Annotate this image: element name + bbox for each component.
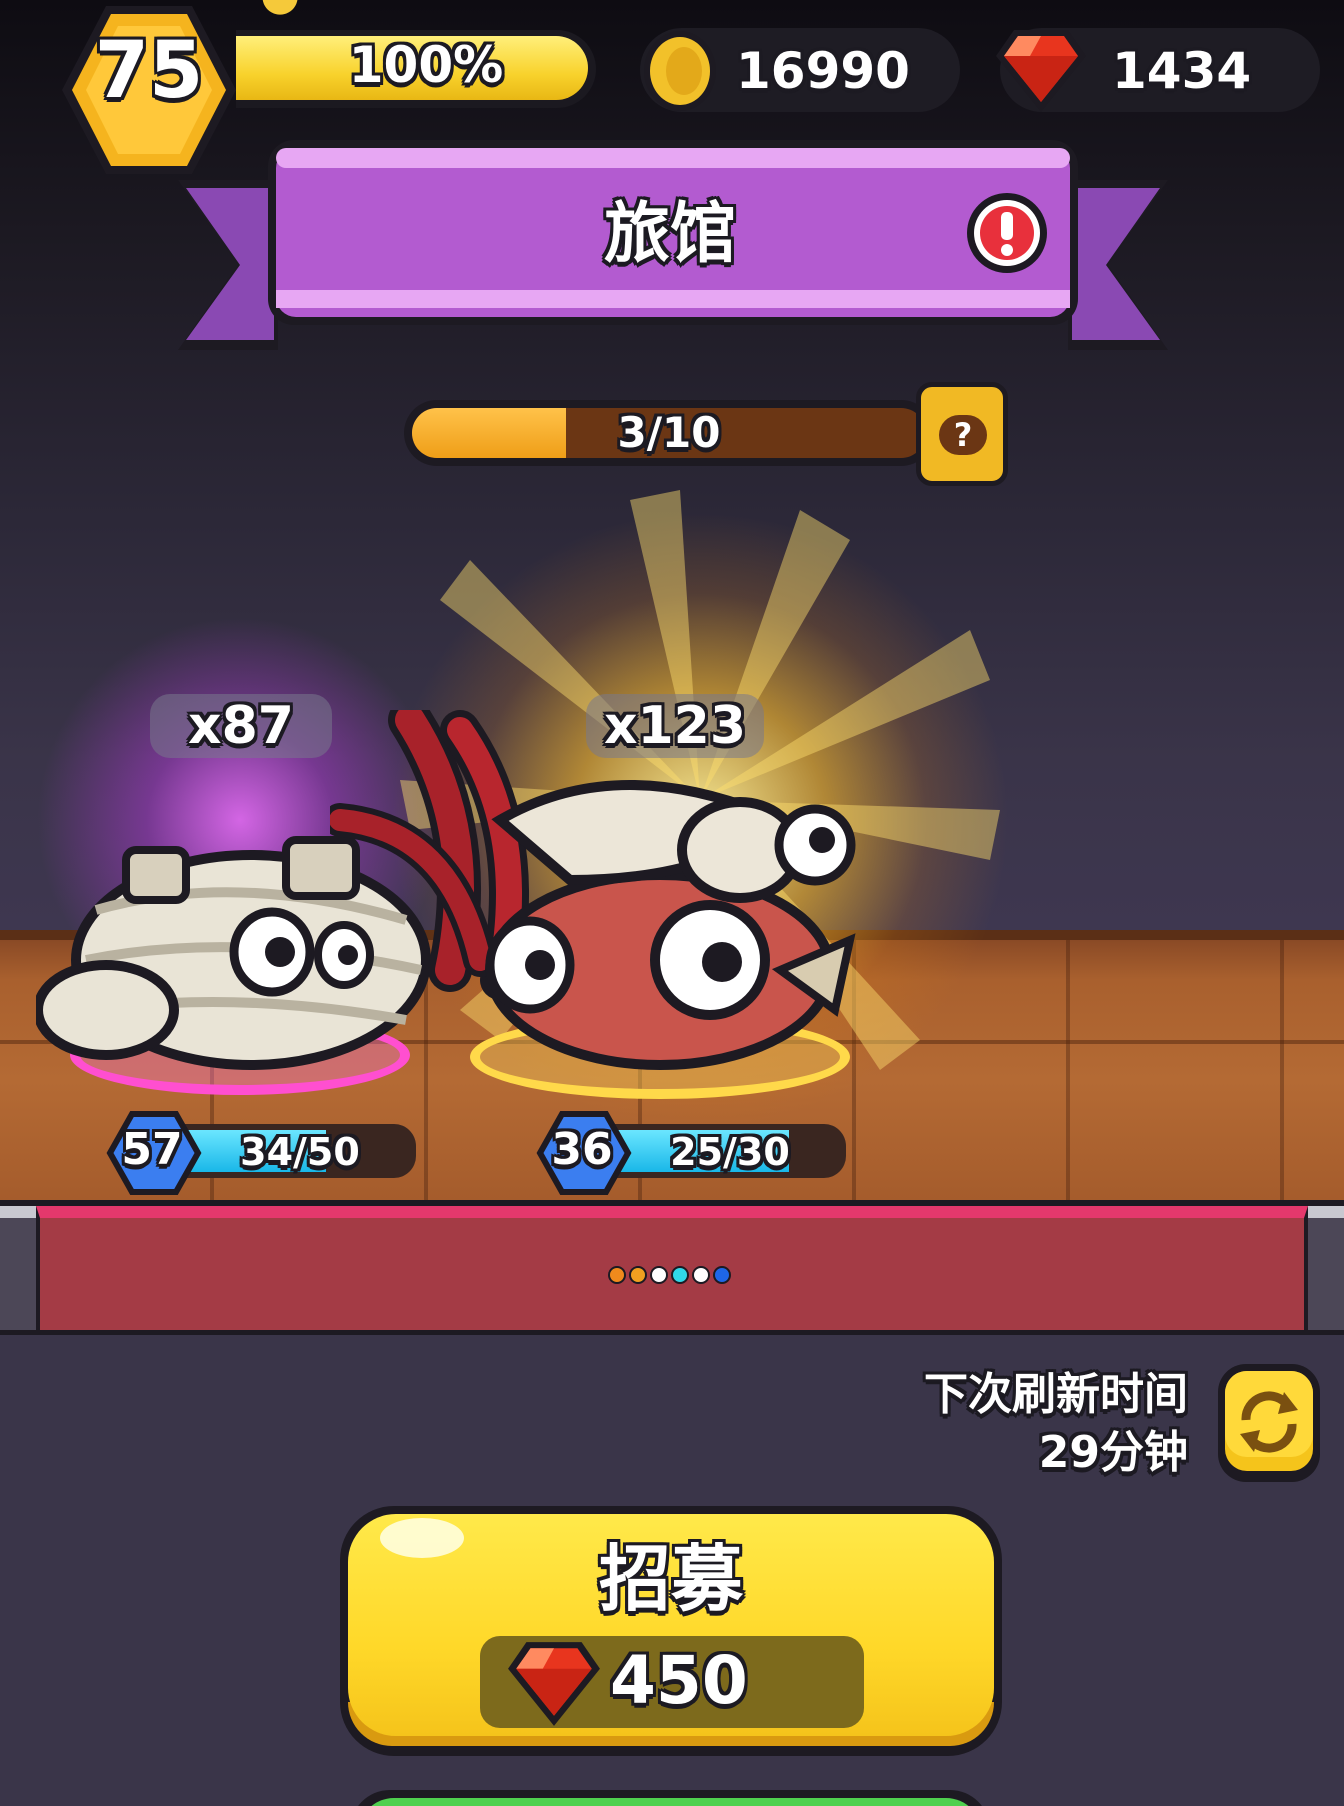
refresh-label: 下次刷新时间: [924, 1369, 1188, 1420]
partial-top-text: ●: [260, 0, 300, 20]
player-level: 75: [94, 26, 204, 116]
alert-icon[interactable]: [964, 190, 1050, 276]
page-dot[interactable]: [629, 1266, 647, 1284]
strip-right-cap: [1308, 1206, 1344, 1330]
refresh-info: 下次刷新时间 29分钟: [820, 1366, 1188, 1482]
secondary-button[interactable]: [350, 1790, 990, 1806]
gem-amount: 1434: [1112, 42, 1252, 100]
crab-stats: 36 25/30: [536, 1111, 846, 1195]
progress-label: 3/10: [617, 408, 721, 457]
creature-level: 36: [551, 1124, 613, 1175]
creature-hp: 25/30: [670, 1130, 790, 1174]
page-dot[interactable]: [671, 1266, 689, 1284]
refresh-time: 29分钟: [1038, 1427, 1188, 1478]
gem-icon: [508, 1642, 600, 1726]
coin-amount: 16990: [736, 42, 910, 100]
button-face: [358, 1798, 982, 1806]
mummy-stats: 57 34/50: [106, 1111, 416, 1195]
xp-percent: 100%: [348, 36, 504, 94]
page-dot[interactable]: [692, 1266, 710, 1284]
strip-left-cap: [0, 1206, 36, 1330]
crab-count-badge: x123: [586, 694, 764, 758]
page-dot[interactable]: [650, 1266, 668, 1284]
mummy-count-badge: x87: [150, 694, 332, 758]
page-title: 旅馆: [604, 195, 736, 272]
gem-icon: [996, 30, 1086, 112]
help-button[interactable]: ?: [916, 382, 1008, 486]
page-dot[interactable]: [713, 1266, 731, 1284]
creature-level: 57: [121, 1124, 183, 1175]
creature-hp: 34/50: [240, 1130, 360, 1174]
hermit-crab-creature[interactable]: [330, 710, 870, 1090]
coin-icon: [644, 31, 716, 111]
recruit-label: 招募: [598, 1537, 743, 1621]
page-indicator[interactable]: [608, 1266, 731, 1284]
page-dot[interactable]: [608, 1266, 626, 1284]
recruit-cost: 450: [610, 1642, 748, 1719]
refresh-button[interactable]: [1216, 1362, 1322, 1484]
question-icon: ?: [939, 415, 987, 455]
